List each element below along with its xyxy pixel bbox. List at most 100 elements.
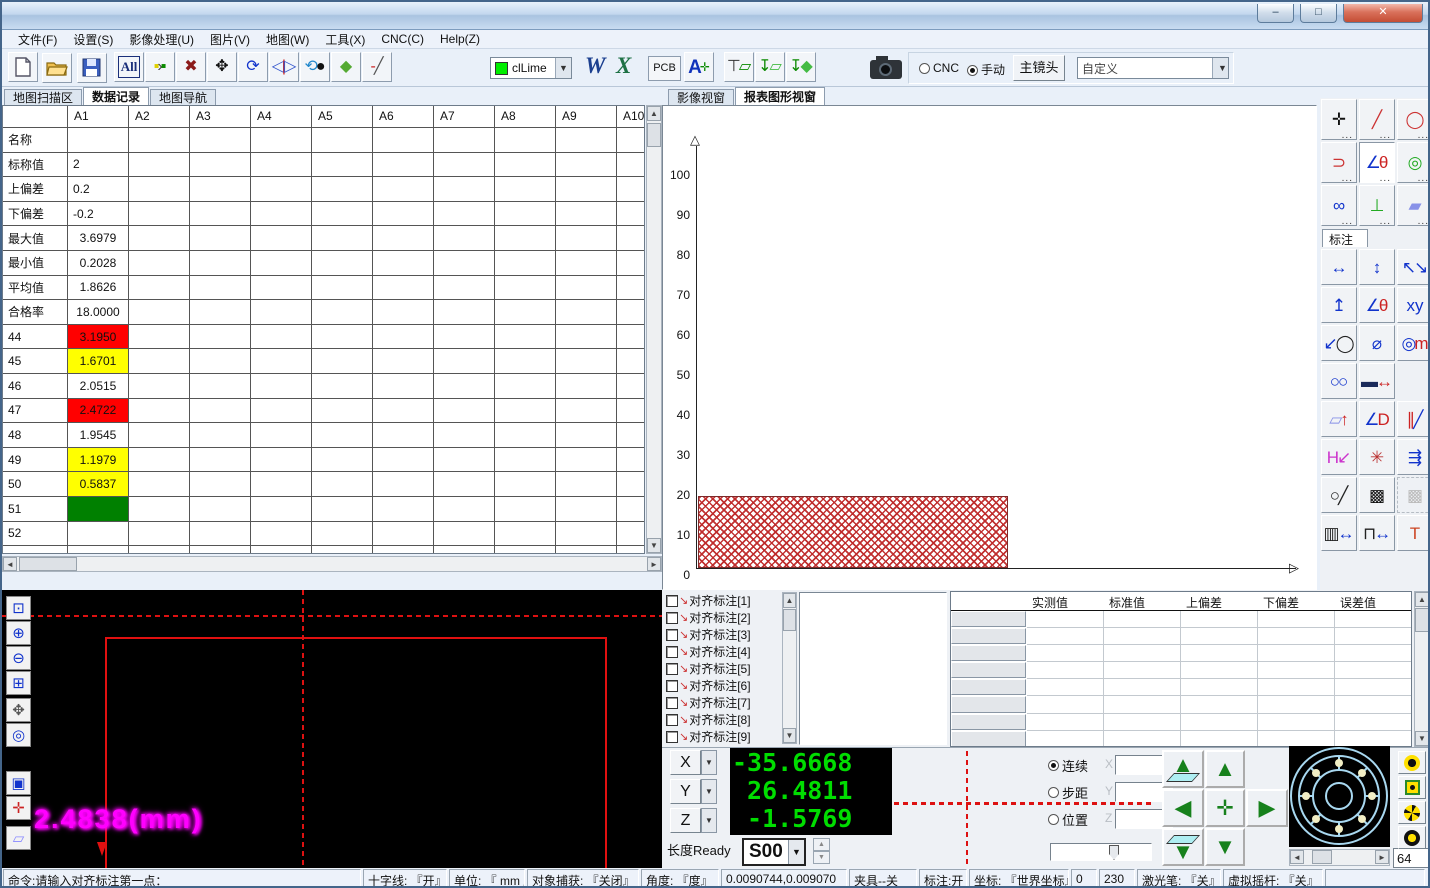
coordinate-construct-icon[interactable]: ⊥ (1359, 185, 1395, 226)
results-cell[interactable] (1027, 662, 1104, 679)
row-header[interactable]: 标称值 (3, 153, 68, 178)
row-header[interactable]: 最大值 (3, 226, 68, 251)
sheet-cell[interactable] (373, 522, 434, 547)
camera-icon[interactable] (868, 54, 904, 82)
sheet-cell[interactable] (312, 153, 373, 178)
sheet-cell[interactable] (556, 448, 617, 473)
results-column-header[interactable]: 实测值 (1026, 592, 1103, 610)
sheet-cell[interactable] (251, 522, 312, 547)
speed-spinner[interactable]: ▲ ▼ (813, 838, 830, 865)
new-document-icon[interactable] (8, 52, 38, 82)
sheet-cell[interactable] (312, 226, 373, 251)
menu-item[interactable]: 影像处理(U) (121, 30, 202, 49)
sheet-cell[interactable] (190, 325, 251, 350)
mode-radio-2[interactable]: 步距 (1048, 779, 1088, 806)
light-scrollbar[interactable]: ◄ ► (1289, 849, 1390, 866)
manual-radio[interactable]: 手动 (967, 61, 1005, 78)
results-row-header[interactable] (951, 611, 1026, 627)
sheet-cell[interactable] (373, 374, 434, 399)
sheet-cell[interactable] (434, 546, 495, 554)
results-cell[interactable] (1104, 731, 1181, 747)
row-header[interactable]: 名称 (3, 128, 68, 153)
sheet-cell[interactable] (434, 522, 495, 547)
sheet-cell[interactable] (556, 374, 617, 399)
line-construct-icon[interactable]: ╱ (1359, 99, 1395, 140)
tab-report-2[interactable]: 报表图形视窗 (735, 87, 825, 105)
sheet-cell[interactable] (129, 325, 190, 350)
sheet-cell[interactable] (495, 349, 556, 374)
results-cell[interactable] (1335, 679, 1412, 696)
sheet-cell[interactable] (617, 546, 645, 554)
sheet-cell[interactable]: 2.4722 (68, 399, 129, 424)
sheet-cell[interactable] (190, 399, 251, 424)
manual-radio[interactable] (967, 65, 978, 76)
results-cell[interactable] (1335, 628, 1412, 645)
angle-dimension-icon[interactable]: ∠θ (1359, 287, 1395, 323)
ring-light-sector-button[interactable] (1398, 801, 1426, 824)
sheet-cell[interactable] (129, 177, 190, 202)
sheet-cell[interactable] (495, 497, 556, 522)
results-cell[interactable] (1335, 714, 1412, 731)
vector-group-icon[interactable]: ⇶ (1397, 439, 1430, 475)
tab-report-1[interactable]: 影像视窗 (668, 89, 734, 105)
sheet-cell[interactable] (312, 546, 373, 554)
sheet-cell[interactable] (190, 177, 251, 202)
sheet-cell[interactable] (251, 546, 312, 554)
main-lens-button[interactable]: 主镜头 (1013, 55, 1065, 81)
sheet-cell[interactable] (434, 448, 495, 473)
annotation-scrollbar[interactable]: ▲ ▼ (782, 592, 797, 744)
sheet-cell[interactable] (190, 226, 251, 251)
chevron-down-icon[interactable]: ▼ (701, 750, 717, 775)
sheet-cell[interactable] (129, 276, 190, 301)
sheet-cell[interactable] (129, 374, 190, 399)
sheet-cell[interactable] (617, 522, 645, 547)
sheet-cell[interactable] (373, 202, 434, 227)
results-cell[interactable] (1181, 662, 1258, 679)
results-cell[interactable] (1258, 714, 1335, 731)
sheet-cell[interactable] (556, 325, 617, 350)
results-cell[interactable] (1181, 645, 1258, 662)
sheet-cell[interactable]: 1.9545 (68, 423, 129, 448)
results-row-header[interactable] (951, 662, 1026, 678)
ring-light-all-button[interactable] (1398, 751, 1426, 774)
sheet-cell[interactable] (556, 546, 617, 554)
results-row-header[interactable] (951, 714, 1026, 730)
jog-x-minus[interactable]: ◀ (1162, 789, 1204, 827)
rotate-icon[interactable]: ⟳ (238, 52, 268, 82)
results-row-header[interactable] (951, 679, 1026, 695)
sheet-cell[interactable] (617, 128, 645, 153)
sheet-cell[interactable] (495, 276, 556, 301)
sheet-cell[interactable] (251, 472, 312, 497)
ring-light-control[interactable] (1289, 746, 1390, 847)
scroll-down-icon[interactable]: ▼ (1415, 731, 1429, 746)
sheet-horizontal-scrollbar[interactable]: ◄ ► (2, 556, 662, 572)
results-scrollbar[interactable]: ▲ ▼ (1414, 591, 1430, 747)
mode-radio-2[interactable] (1048, 787, 1059, 798)
ring-light-square-button[interactable] (1398, 776, 1426, 799)
sheet-cell[interactable] (190, 374, 251, 399)
sheet-cell[interactable] (190, 423, 251, 448)
results-cell[interactable] (1181, 611, 1258, 628)
sheet-cell[interactable] (251, 399, 312, 424)
sheet-cell[interactable] (373, 153, 434, 178)
sheet-cell[interactable] (434, 497, 495, 522)
convert-icon[interactable]: ▪›▪ (145, 52, 175, 82)
annotation-item[interactable]: ↘对齐标注[3] (666, 626, 780, 643)
pan-icon[interactable]: ✥ (6, 698, 31, 722)
drawing-canvas[interactable]: 2.4838(mm) ⊡⊕⊖⊞✥◎▣✛▱ (2, 590, 662, 868)
sheet-cell[interactable] (312, 423, 373, 448)
scrollbar-thumb[interactable] (647, 123, 661, 147)
sheet-cell[interactable] (495, 448, 556, 473)
circle-construct-icon[interactable]: ◯ (1397, 99, 1430, 140)
sheet-cell[interactable] (373, 472, 434, 497)
results-cell[interactable] (1258, 662, 1335, 679)
sheet-cell[interactable] (495, 472, 556, 497)
menu-item[interactable]: 地图(W) (258, 30, 317, 49)
sheet-cell[interactable] (312, 128, 373, 153)
sheet-cell[interactable] (556, 472, 617, 497)
mode-radio-1[interactable] (1048, 760, 1059, 771)
light-value-field[interactable]: 64 (1393, 848, 1430, 868)
sheet-cell[interactable] (434, 153, 495, 178)
sheet-cell[interactable] (373, 226, 434, 251)
h-distance-icon[interactable]: H↙ (1321, 439, 1357, 475)
